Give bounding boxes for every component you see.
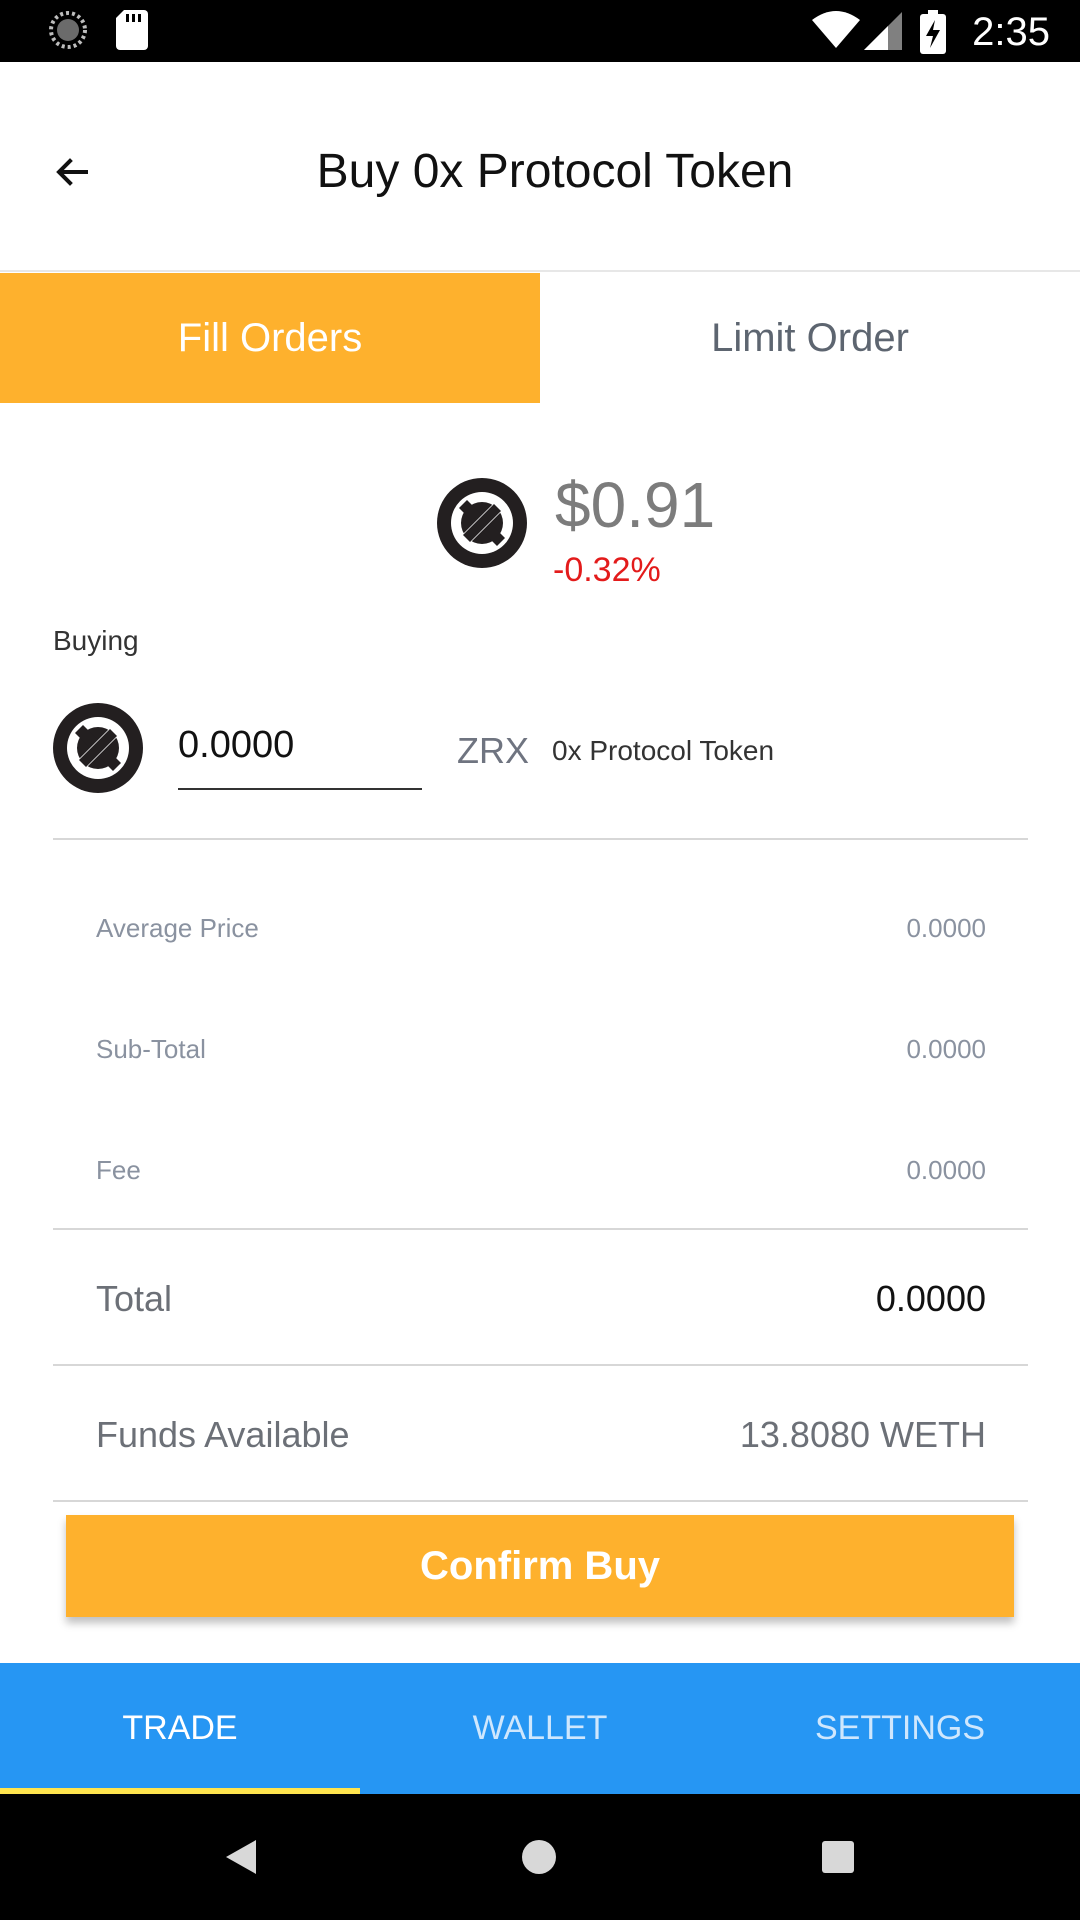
divider — [53, 1228, 1028, 1230]
funds-available-label: Funds Available — [96, 1414, 350, 1455]
status-bar: 2:35 — [0, 0, 1080, 62]
system-nav-bar — [0, 1794, 1080, 1920]
token-name: 0x Protocol Token — [552, 735, 775, 766]
divider — [53, 838, 1028, 840]
cell-signal-icon — [864, 12, 902, 50]
funds-available-value: 13.8080 WETH — [739, 1414, 986, 1455]
loading-circle-icon — [49, 11, 87, 49]
app-bar: Buy 0x Protocol Token — [0, 62, 1080, 270]
sub-total-value: 0.0000 — [906, 1034, 986, 1064]
nav-trade[interactable]: TRADE — [0, 1663, 360, 1794]
divider — [53, 1500, 1028, 1502]
nav-wallet[interactable]: WALLET — [360, 1663, 720, 1794]
zrx-token-icon — [437, 478, 527, 568]
circle-home-icon[interactable] — [520, 1838, 558, 1876]
tab-limit-order[interactable]: Limit Order — [540, 273, 1080, 403]
bottom-nav: TRADE WALLET SETTINGS — [0, 1663, 1080, 1794]
price-change: -0.32% — [553, 551, 661, 589]
divider — [53, 1364, 1028, 1366]
amount-input[interactable]: 0.0000 — [178, 724, 422, 767]
fee-label: Fee — [96, 1155, 141, 1185]
order-type-tabs: Fill Orders Limit Order — [0, 273, 1080, 403]
app-bar-divider — [0, 270, 1080, 272]
square-recents-icon[interactable] — [820, 1839, 856, 1875]
status-time: 2:35 — [972, 10, 1050, 54]
token-symbol: ZRX — [457, 730, 529, 771]
nav-settings[interactable]: SETTINGS — [720, 1663, 1080, 1794]
token-price: $0.91 — [555, 469, 716, 541]
triangle-back-icon[interactable] — [224, 1838, 258, 1876]
amount-input-underline — [178, 788, 422, 790]
page-title: Buy 0x Protocol Token — [316, 145, 794, 198]
average-price-value: 0.0000 — [906, 913, 986, 943]
total-value: 0.0000 — [875, 1278, 986, 1319]
zrx-token-icon — [53, 703, 143, 793]
confirm-buy-button[interactable]: Confirm Buy — [66, 1515, 1014, 1617]
average-price-label: Average Price — [96, 913, 259, 943]
wifi-icon — [812, 11, 860, 48]
battery-charging-icon — [920, 10, 946, 54]
fee-value: 0.0000 — [906, 1155, 986, 1185]
tab-fill-orders[interactable]: Fill Orders — [0, 273, 540, 403]
sd-card-icon — [116, 10, 148, 50]
sub-total-label: Sub-Total — [96, 1034, 206, 1064]
buying-label: Buying — [53, 625, 139, 656]
total-label: Total — [96, 1278, 173, 1319]
